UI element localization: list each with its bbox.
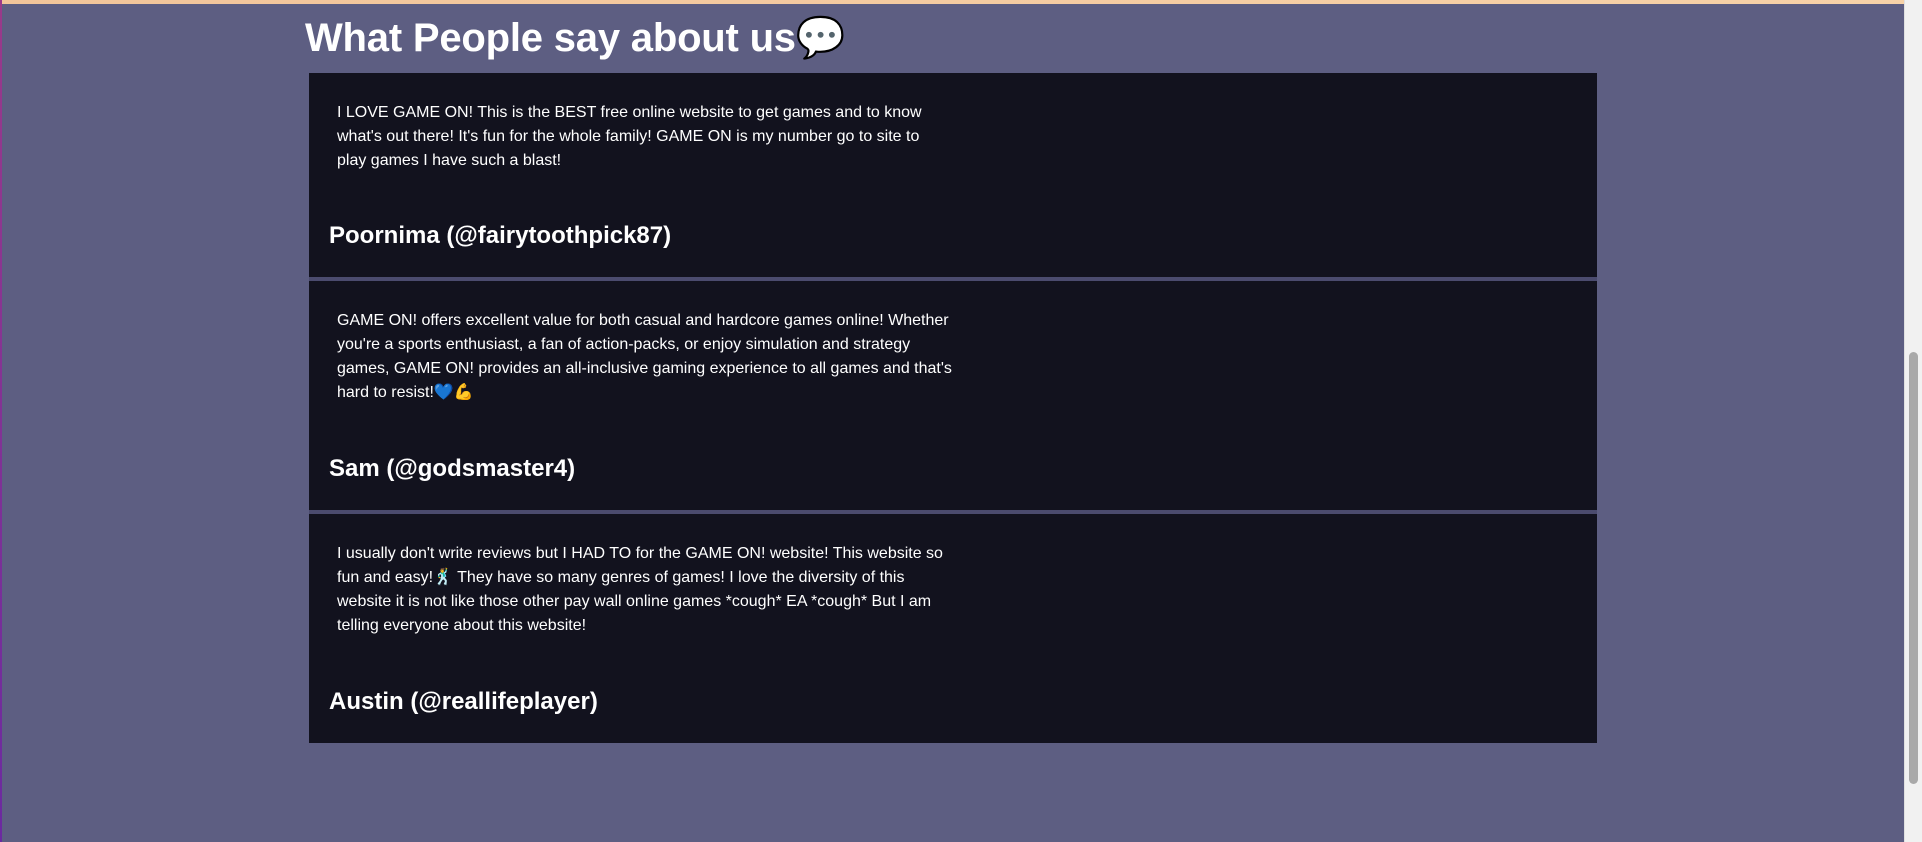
- review-card: I LOVE GAME ON! This is the BEST free on…: [309, 73, 1597, 281]
- vertical-scrollbar[interactable]: [1904, 0, 1922, 842]
- review-author: Austin (@reallifeplayer): [329, 688, 598, 715]
- page-title: What People say about us💬: [305, 16, 846, 60]
- review-text: GAME ON! offers excellent value for both…: [337, 312, 952, 401]
- review-text: I LOVE GAME ON! This is the BEST free on…: [337, 104, 922, 169]
- review-card: GAME ON! offers excellent value for both…: [309, 281, 1597, 514]
- window-left-accent: [0, 0, 2, 842]
- window-top-accent: [0, 0, 1922, 4]
- review-author: Sam (@godsmaster4): [329, 455, 576, 482]
- review-list: I LOVE GAME ON! This is the BEST free on…: [309, 73, 1597, 743]
- review-text: I usually don't write reviews but I HAD …: [337, 545, 943, 634]
- review-card: I usually don't write reviews but I HAD …: [309, 514, 1597, 743]
- testimonials-section: What People say about us💬 I LOVE GAME ON…: [305, 12, 1597, 743]
- review-author: Poornima (@fairytoothpick87): [329, 222, 672, 249]
- scrollbar-thumb[interactable]: [1909, 352, 1918, 784]
